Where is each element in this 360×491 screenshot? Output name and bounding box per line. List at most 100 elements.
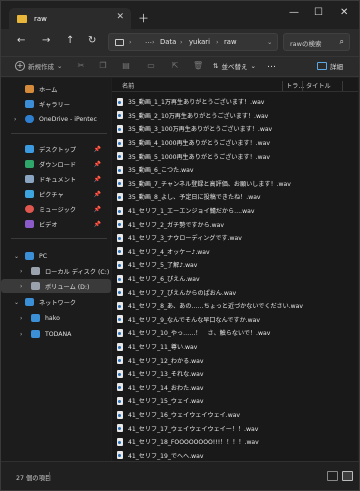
- details-label: 詳細: [330, 63, 343, 71]
- file-row[interactable]: 35_動画_1_1万再生ありがとうございます！.wav: [112, 95, 312, 109]
- file-row[interactable]: 35_動画_4_1000再生ありがとうございます！.wav: [112, 136, 312, 150]
- chevron-right-icon[interactable]: ›: [20, 283, 22, 290]
- sidebar-item-network[interactable]: ⌄ ネットワーク: [1, 295, 111, 309]
- file-name: 41_セリフ_15_ウェイ.wav: [128, 398, 204, 406]
- file-row[interactable]: 41_セリフ_10_やっ……！ さ、触らないで！.wav: [112, 326, 312, 340]
- file-row[interactable]: 35_動画_6_こつた.wav: [112, 163, 312, 177]
- file-row[interactable]: 41_セリフ_8_あ、あの……ちょっと近づかないでください.wav: [112, 299, 312, 313]
- search-icon: ⌕: [339, 37, 344, 46]
- chevron-right-icon[interactable]: ›: [20, 315, 22, 322]
- sidebar-item-gallery[interactable]: ギャラリー: [1, 97, 111, 111]
- details-view-button[interactable]: [327, 471, 338, 481]
- search-box[interactable]: rawの検索 ⌕: [283, 33, 350, 51]
- file-row[interactable]: 35_動画_7_チャンネル登録と高評価、お願いします！.wav: [112, 177, 312, 191]
- file-row[interactable]: 41_セリフ_13_それな.wav: [112, 367, 312, 381]
- up-button[interactable]: ↑: [66, 35, 74, 46]
- file-row[interactable]: 41_セリフ_17_ウェイウェイウェイー！！.wav: [112, 421, 312, 435]
- close-window-button[interactable]: ✕: [340, 7, 348, 18]
- breadcrumb-raw[interactable]: raw: [224, 38, 237, 46]
- cut-icon[interactable]: ✂: [76, 61, 86, 71]
- file-row[interactable]: 41_セリフ_5_了解♪.wav: [112, 258, 312, 272]
- forward-button[interactable]: →: [42, 35, 50, 46]
- column-divider[interactable]: [282, 81, 283, 91]
- refresh-button[interactable]: ↻: [88, 35, 96, 46]
- new-button[interactable]: + 新規作成 ⌄: [15, 61, 62, 71]
- download-icon: [25, 160, 34, 168]
- details-pane-icon: [317, 62, 327, 70]
- tab-raw[interactable]: raw ✕: [9, 8, 131, 29]
- file-row[interactable]: 35_動画_8_よし、予定日に投稿できたね！.wav: [112, 190, 312, 204]
- sidebar-item-pc[interactable]: ⌄ PC: [1, 249, 111, 263]
- chevron-right-icon: ›: [152, 38, 155, 46]
- close-tab-icon[interactable]: ✕: [116, 12, 124, 22]
- file-row[interactable]: 41_セリフ_11_尊い.wav: [112, 340, 312, 354]
- chevron-right-icon[interactable]: ›: [20, 331, 22, 338]
- sidebar-item-todana[interactable]: › TODANA: [1, 327, 111, 341]
- sidebar-item-desktop[interactable]: デスクトップ 📌: [1, 142, 111, 156]
- maximize-button[interactable]: ☐: [314, 7, 323, 18]
- chevron-down-icon[interactable]: ⌄: [14, 299, 19, 306]
- column-divider[interactable]: [342, 81, 343, 91]
- column-header-name[interactable]: 名前: [122, 81, 134, 90]
- file-row[interactable]: 41_セリフ_1_エーエンジョイ鯖だから….wav: [112, 204, 312, 218]
- file-row[interactable]: 41_セリフ_7_ぴえんからのぱおん.wav: [112, 285, 312, 299]
- file-row[interactable]: 41_セリフ_12_わかる.wav: [112, 353, 312, 367]
- address-bar[interactable]: › … › Data › yukari › raw ⌄: [108, 33, 278, 51]
- breadcrumb-yukari[interactable]: yukari: [189, 38, 210, 46]
- sidebar-item-downloads[interactable]: ダウンロード 📌: [1, 157, 111, 171]
- audio-file-icon: [117, 179, 123, 188]
- sidebar-item-videos[interactable]: ビデオ 📌: [1, 217, 111, 231]
- chevron-right-icon[interactable]: ›: [14, 116, 16, 123]
- file-row[interactable]: 41_セリフ_3_ナウローディングです.wav: [112, 231, 312, 245]
- sidebar-item-label: ドキュメント: [39, 176, 77, 184]
- sidebar-item-home[interactable]: ホーム: [1, 82, 111, 96]
- file-row[interactable]: 35_動画_3_100万再生ありがとうございます！.wav: [112, 122, 312, 136]
- more-options-button[interactable]: …: [267, 60, 276, 70]
- share-icon[interactable]: ⇱: [170, 61, 180, 71]
- delete-icon[interactable]: 🗑: [193, 61, 203, 71]
- details-pane-button[interactable]: 詳細: [317, 61, 343, 71]
- chevron-down-icon[interactable]: ⌄: [267, 38, 272, 46]
- file-row[interactable]: 35_動画_2_10万再生ありがとうございます！.wav: [112, 109, 312, 123]
- file-row[interactable]: 41_セリフ_14_おわた.wav: [112, 381, 312, 395]
- sidebar-item-onedrive[interactable]: › OneDrive - iPentec: [1, 112, 111, 126]
- file-row[interactable]: 41_セリフ_6_ぴえん.wav: [112, 272, 312, 286]
- sidebar-item-documents[interactable]: ドキュメント 📌: [1, 172, 111, 186]
- breadcrumb-data[interactable]: Data: [160, 38, 176, 46]
- large-icons-view-button[interactable]: [342, 471, 353, 481]
- file-row[interactable]: 41_セリフ_2_ガチ勢ですから.wav: [112, 217, 312, 231]
- file-name: 41_セリフ_18_FOOOOOOOO!!!！！！！.wav: [128, 439, 259, 447]
- sidebar-item-label: ローカル ディスク (C:): [45, 268, 110, 276]
- sidebar-item-music[interactable]: ミュージック 📌: [1, 202, 111, 216]
- rename-icon[interactable]: ▭: [146, 61, 156, 71]
- file-row[interactable]: 41_セリフ_9_なんでそんな早口なんですか.wav: [112, 313, 312, 327]
- sort-button[interactable]: ⇅ 並べ替え ⌄: [213, 61, 256, 71]
- chevron-down-icon[interactable]: ⌄: [14, 253, 19, 260]
- audio-file-icon: [117, 260, 123, 269]
- column-divider[interactable]: [302, 81, 303, 91]
- sidebar-item-hako[interactable]: › hako: [1, 311, 111, 325]
- audio-file-icon: [117, 396, 123, 405]
- paste-icon[interactable]: ▤: [121, 61, 131, 71]
- chevron-right-icon[interactable]: ›: [20, 268, 22, 275]
- audio-file-icon: [117, 111, 123, 120]
- sidebar-item-pictures[interactable]: ピクチャ 📌: [1, 187, 111, 201]
- file-row[interactable]: 41_セリフ_16_ウェイウェイウェイ.wav: [112, 408, 312, 422]
- file-row[interactable]: 35_動画_5_1000再生ありがとうございます！.wav: [112, 149, 312, 163]
- sidebar-item-label: ダウンロード: [39, 161, 77, 169]
- file-name: 41_セリフ_8_あ、あの……ちょっと近づかないでください.wav: [128, 303, 304, 311]
- file-name: 41_セリフ_7_ぴえんからのぱおん.wav: [128, 289, 237, 297]
- breadcrumb-overflow[interactable]: …: [145, 37, 152, 45]
- column-header-title[interactable]: タイトル: [306, 81, 331, 90]
- minimize-button[interactable]: —: [289, 7, 299, 18]
- file-name: 41_セリフ_13_それな.wav: [128, 371, 204, 379]
- new-tab-button[interactable]: ＋: [138, 10, 149, 26]
- back-button[interactable]: ←: [17, 35, 25, 46]
- file-row[interactable]: 41_セリフ_15_ウェイ.wav: [112, 394, 312, 408]
- sidebar-item-volume-d[interactable]: › ボリューム (D:): [1, 279, 111, 293]
- copy-icon[interactable]: ❐: [98, 61, 108, 71]
- pictures-icon: [25, 190, 34, 198]
- sidebar-item-local-disk[interactable]: › ローカル ディスク (C:): [1, 264, 111, 278]
- file-row[interactable]: 41_セリフ_18_FOOOOOOOO!!!！！！！.wav: [112, 435, 312, 449]
- file-row[interactable]: 41_セリフ_4_オッケー♪.wav: [112, 245, 312, 259]
